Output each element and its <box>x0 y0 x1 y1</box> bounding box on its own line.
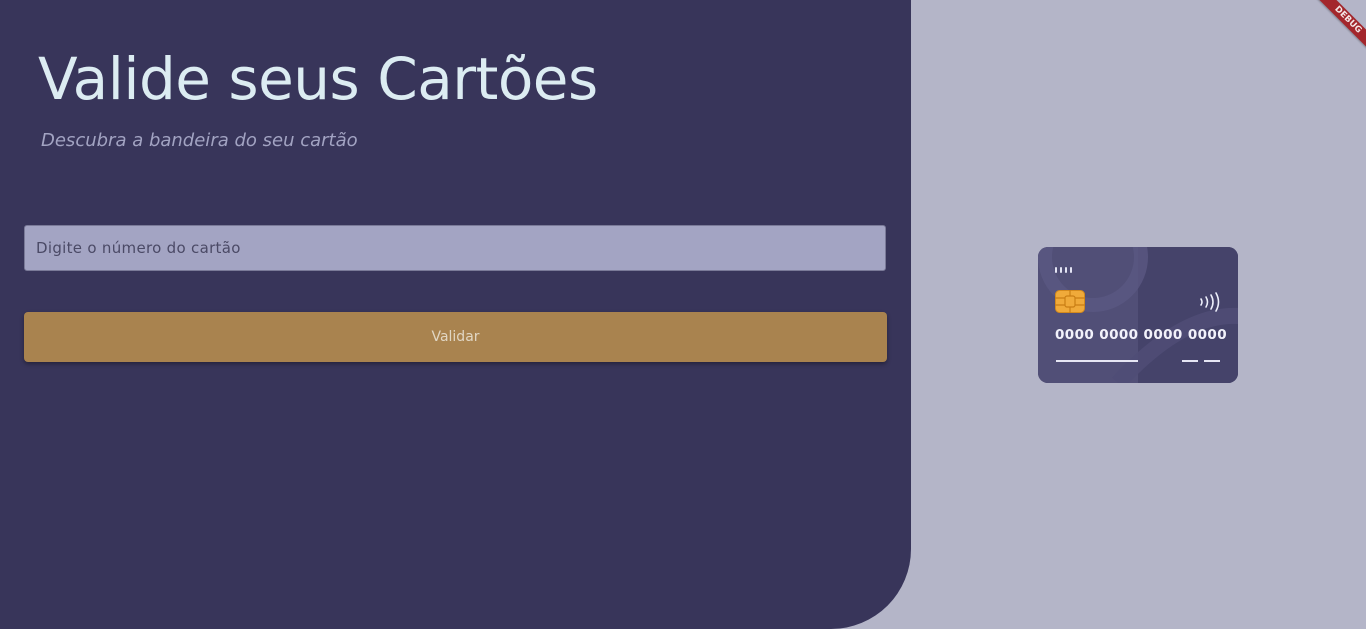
card-number-display: 0000 0000 0000 0000 <box>1055 327 1227 343</box>
credit-card-preview: 0000 0000 0000 0000 <box>1038 247 1238 383</box>
contactless-icon <box>1200 292 1220 312</box>
card-expiry-line <box>1204 360 1220 362</box>
chip-icon <box>1055 290 1085 313</box>
left-panel: Valide seus Cartões Descubra a bandeira … <box>0 0 911 629</box>
validate-button[interactable]: Validar <box>24 312 887 362</box>
card-number-input[interactable] <box>24 225 886 271</box>
card-name-line <box>1056 360 1138 362</box>
page-subtitle: Descubra a bandeira do seu cartão <box>41 130 358 151</box>
card-decoration-marks <box>1055 267 1072 273</box>
debug-banner-label: DEBUG <box>1311 0 1366 57</box>
card-expiry-line <box>1182 360 1198 362</box>
app-window: Valide seus Cartões Descubra a bandeira … <box>0 0 1366 629</box>
debug-banner: DEBUG <box>1306 0 1366 60</box>
page-title: Valide seus Cartões <box>38 45 598 113</box>
